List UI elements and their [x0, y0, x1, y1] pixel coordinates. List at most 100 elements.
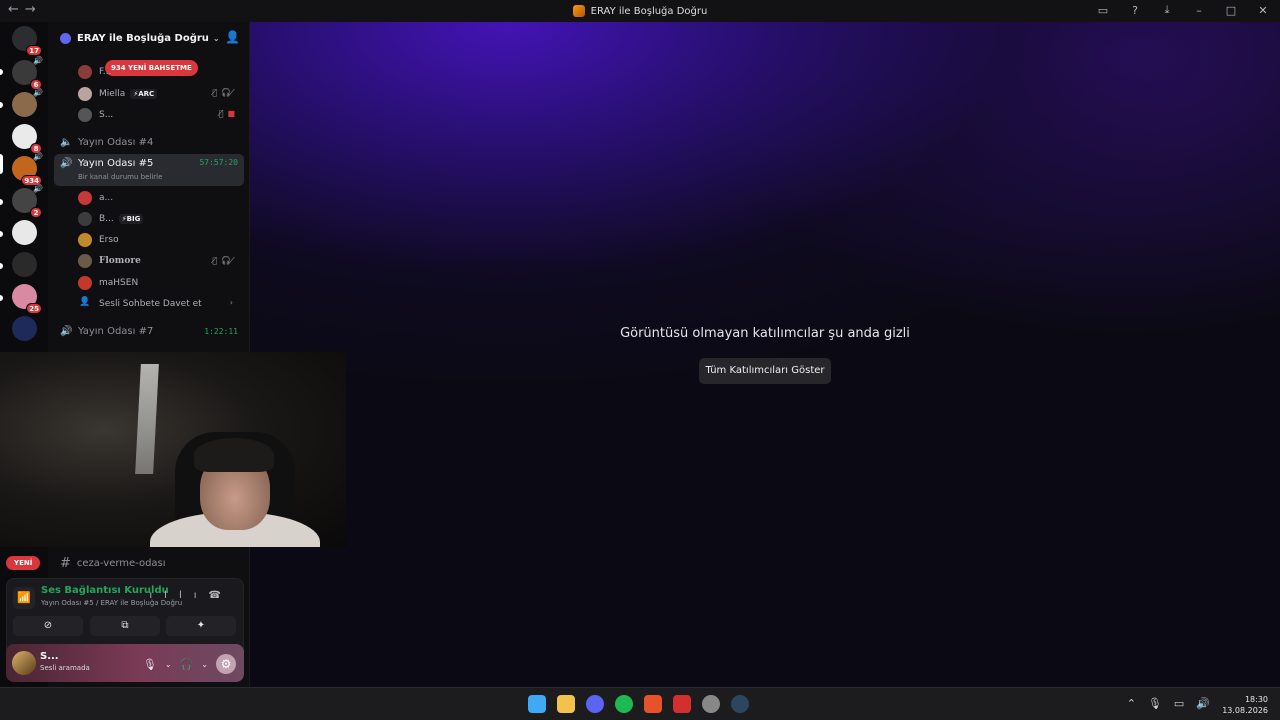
voice-actions: ıllı☎ — [149, 590, 233, 601]
server-icon[interactable]: 8 — [12, 124, 42, 154]
spotify-icon[interactable] — [615, 695, 633, 713]
server-icon[interactable]: 🔊 2 — [12, 184, 43, 218]
noise-suppression-icon[interactable]: ıllı — [149, 590, 208, 601]
avatar — [78, 87, 92, 101]
voice-user-name: B... — [99, 214, 114, 224]
voice-user-name: Miella — [99, 89, 126, 99]
speaker-icon: 🔈 — [60, 136, 73, 148]
screen-share-button[interactable]: ⧉ — [90, 616, 160, 636]
windows-start-icon[interactable] — [528, 695, 546, 713]
maximize-icon[interactable]: □ — [1224, 4, 1238, 17]
avatar — [78, 254, 92, 268]
microphone-icon[interactable]: 🎙 — [143, 658, 157, 671]
app-circle-icon[interactable] — [702, 695, 720, 713]
webcam-overlay — [0, 352, 346, 547]
title-bar: ← → ERAY ile Boşluğa Doğru ▭ ? ⤓ – □ ✕ — [0, 0, 1280, 22]
file-explorer-icon[interactable] — [557, 695, 575, 713]
disconnect-icon[interactable]: ☎ — [209, 590, 233, 601]
avatar — [78, 108, 92, 122]
show-all-participants-button[interactable]: Tüm Katılımcıları Göster — [699, 358, 831, 384]
unread-pill — [0, 263, 3, 269]
voice-user[interactable]: Erso — [78, 230, 119, 250]
chevron-down-icon[interactable]: ⌄ — [201, 660, 208, 669]
avatar — [78, 276, 92, 290]
screen-share-icon: ⧉ — [121, 620, 129, 631]
invite-to-voice[interactable]: 👤 Sesli Sohbete Davet et — [78, 294, 202, 314]
app-red-icon[interactable] — [673, 695, 691, 713]
window-title: ERAY ile Boşluğa Doğru — [0, 0, 1280, 22]
speaker-icon: 🔊 — [33, 56, 43, 65]
voice-user[interactable]: Miella ⚡ARC — [78, 84, 158, 104]
voice-user[interactable]: Flomore — [78, 251, 141, 271]
person-hair — [194, 438, 274, 472]
text-channel[interactable]: # ceza-verme-odası — [54, 553, 244, 573]
avatar — [78, 212, 92, 226]
voice-user[interactable]: a... — [78, 188, 113, 208]
server-icon[interactable] — [12, 252, 37, 277]
speaker-icon: 🔊 — [33, 184, 43, 193]
discord-icon[interactable] — [586, 695, 604, 713]
server-icon[interactable] — [12, 220, 37, 245]
activities-button[interactable]: ✦ — [166, 616, 236, 636]
minimize-icon[interactable]: – — [1192, 4, 1206, 17]
windows-taskbar: ⌃ 🎙 ▭ 🔊 18:30 13.08.2026 — [0, 687, 1280, 720]
invite-label: Sesli Sohbete Davet et — [99, 299, 202, 309]
activities-icon: ✦ — [196, 620, 206, 631]
brave-icon[interactable] — [644, 695, 662, 713]
voice-stage: Görüntüsü olmayan katılımcılar şu anda g… — [250, 22, 1280, 687]
hidden-participants-message: Görüntüsü olmayan katılımcılar şu anda g… — [620, 326, 910, 341]
channel-timer: 57:57:20 — [199, 158, 238, 167]
channel-name: Yayın Odası #7 — [78, 325, 154, 337]
chevron-up-icon[interactable]: ⌃ — [1127, 697, 1136, 710]
server-icon[interactable]: 25 — [12, 284, 42, 314]
new-unreads-pill[interactable]: YENİ — [6, 556, 41, 570]
camera-off-button[interactable]: ⊘ — [13, 616, 83, 636]
voice-user[interactable]: B... ⚡BIG — [78, 209, 144, 229]
network-icon[interactable]: ▭ — [1174, 697, 1184, 710]
close-icon[interactable]: ✕ — [1256, 4, 1270, 17]
username[interactable]: S... — [40, 651, 59, 662]
server-icon-active[interactable]: 🔊 934 — [12, 152, 43, 186]
inbox-icon[interactable]: ▭ — [1096, 4, 1110, 17]
connection-signal-icon[interactable]: 📶 — [13, 587, 35, 609]
voice-user[interactable]: maHSEN — [78, 273, 138, 293]
discord-server-icon[interactable] — [12, 316, 37, 341]
voice-channel-4[interactable]: 🔈 Yayın Odası #4 — [54, 132, 244, 152]
selected-pill — [0, 154, 3, 174]
new-mentions-pill[interactable]: 934 YENİ BAHSETME — [105, 60, 198, 76]
headphones-icon[interactable]: 🎧 — [180, 658, 194, 671]
camera-off-icon: ⊘ — [43, 620, 53, 631]
steam-icon[interactable] — [731, 695, 749, 713]
server-icon — [572, 5, 585, 17]
mention-badge: 25 — [26, 303, 42, 314]
help-icon[interactable]: ? — [1128, 4, 1142, 17]
speaker-icon: 🔊 — [60, 325, 73, 337]
voice-channel-7[interactable]: 🔊 Yayın Odası #7 1:22:11 — [54, 321, 244, 341]
muted-icon: 🎙̸■ — [218, 109, 239, 118]
download-icon[interactable]: ⤓ — [1160, 3, 1174, 17]
clock-time: 18:30 — [1244, 695, 1268, 704]
server-icon[interactable]: 🔊 6 — [12, 56, 43, 90]
gear-icon[interactable]: ⚙ — [216, 654, 236, 674]
avatar[interactable] — [12, 651, 36, 675]
clock[interactable]: 18:30 13.08.2026 — [1222, 694, 1268, 716]
mention-badge: 2 — [30, 207, 42, 218]
server-header[interactable]: ERAY ile Boşluğa Doğru ⌄ 👤 — [48, 22, 250, 54]
voice-channel-5[interactable]: 🔊 Yayın Odası #5 57:57:20 Bir kanal duru… — [54, 154, 244, 186]
server-icon[interactable]: 🔊 — [12, 88, 43, 117]
hash-icon: # — [60, 555, 71, 571]
chevron-down-icon[interactable]: ⌄ — [165, 660, 172, 669]
voice-user[interactable]: S... — [78, 105, 113, 125]
volume-icon[interactable]: 🔊 — [1196, 697, 1210, 710]
window-light — [135, 364, 159, 474]
speaker-icon: 🔊 — [60, 158, 73, 169]
discord-home-button[interactable]: 17 — [12, 26, 42, 56]
microphone-icon[interactable]: 🎙 — [1148, 697, 1162, 710]
voice-user[interactable]: F... — [78, 62, 111, 82]
unread-pill — [0, 69, 3, 75]
add-user-icon[interactable]: 👤 — [225, 30, 240, 44]
user-status: Sesli aramada — [40, 664, 90, 672]
channel-status[interactable]: Bir kanal durumu belirle — [78, 173, 162, 181]
window-controls: ▭ ? ⤓ – □ ✕ — [1096, 3, 1270, 17]
avatar — [78, 233, 92, 247]
